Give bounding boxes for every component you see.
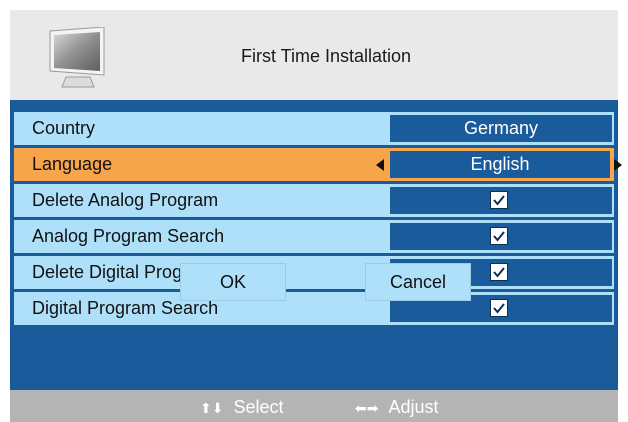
delete-analog-value[interactable] (390, 187, 612, 214)
row-digital-search[interactable]: Digital Program Search (14, 292, 614, 325)
settings-panel: Country Germany Language English Delete … (10, 100, 622, 390)
up-down-arrows-icon: ⬆⬇ (200, 400, 224, 416)
checkmark-icon (493, 267, 505, 278)
checkmark-icon (493, 303, 505, 314)
analog-search-value[interactable] (390, 223, 612, 250)
left-right-arrows-icon: ⬅➡ (355, 400, 379, 416)
checkmark-icon (493, 231, 505, 242)
row-analog-search[interactable]: Analog Program Search (14, 220, 614, 253)
row-label: Language (32, 154, 113, 174)
adjust-hint-label: Adjust (388, 397, 439, 417)
cancel-button[interactable]: Cancel (365, 263, 471, 301)
ok-button[interactable]: OK (180, 263, 286, 301)
language-value[interactable]: English (390, 151, 610, 178)
checkbox[interactable] (490, 299, 508, 317)
adjust-hint: ⬅➡ Adjust (355, 397, 439, 418)
row-label: Country (32, 118, 96, 138)
arrow-left-icon[interactable] (376, 159, 384, 171)
row-label: Digital Program Search (32, 298, 219, 318)
hint-bar: ⬆⬇ Select ⬅➡ Adjust (10, 390, 618, 422)
installation-dialog: First Time Installation Country Germany … (10, 10, 622, 422)
checkbox[interactable] (490, 191, 508, 209)
row-label: Delete Analog Program (32, 190, 219, 210)
row-country[interactable]: Country Germany (14, 112, 614, 145)
checkbox[interactable] (490, 263, 508, 281)
checkmark-icon (493, 195, 505, 206)
dialog-header: First Time Installation (10, 10, 618, 100)
dialog-title: First Time Installation (240, 46, 412, 66)
select-hint: ⬆⬇ Select (200, 397, 284, 418)
row-label: Analog Program Search (32, 226, 225, 246)
checkbox[interactable] (490, 227, 508, 245)
row-language[interactable]: Language English (14, 148, 622, 181)
select-hint-label: Select (233, 397, 284, 417)
row-delete-analog[interactable]: Delete Analog Program (14, 184, 614, 217)
country-value[interactable]: Germany (390, 115, 612, 142)
arrow-right-icon[interactable] (614, 159, 622, 171)
row-delete-digital[interactable]: Delete Digital Program (14, 256, 614, 289)
